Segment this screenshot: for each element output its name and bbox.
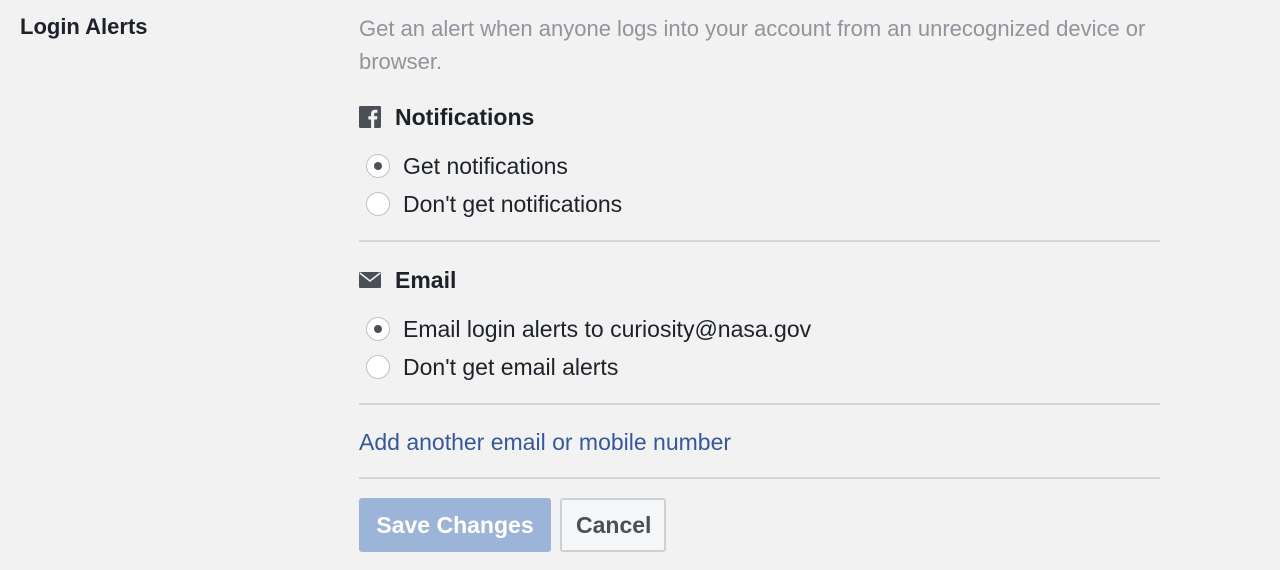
save-changes-button[interactable]: Save Changes (359, 498, 551, 552)
get-notifications-option[interactable]: Get notifications (359, 147, 1160, 185)
get-notifications-radio[interactable] (366, 154, 390, 178)
email-options: Email login alerts to curiosity@nasa.gov… (359, 310, 1160, 386)
email-header: Email (359, 262, 1160, 298)
cancel-button[interactable]: Cancel (560, 498, 666, 552)
section-description: Get an alert when anyone logs into your … (359, 16, 1146, 74)
section-content: Get an alert when anyone logs into your … (359, 12, 1160, 552)
email-login-alerts-option[interactable]: Email login alerts to curiosity@nasa.gov (359, 310, 1160, 348)
get-notifications-label[interactable]: Get notifications (403, 153, 568, 180)
dont-get-email-alerts-label[interactable]: Don't get email alerts (403, 354, 618, 381)
email-login-alerts-radio[interactable] (366, 317, 390, 341)
email-title: Email (395, 266, 457, 293)
notifications-options: Get notifications Don't get notification… (359, 147, 1160, 223)
divider (359, 403, 1160, 405)
envelope-icon (359, 268, 383, 292)
dont-get-notifications-radio[interactable] (366, 192, 390, 216)
dont-get-notifications-label[interactable]: Don't get notifications (403, 191, 622, 218)
email-login-alerts-label[interactable]: Email login alerts to curiosity@nasa.gov (403, 316, 811, 343)
notifications-title: Notifications (395, 103, 535, 130)
divider (359, 477, 1160, 479)
divider (359, 240, 1160, 242)
dont-get-email-alerts-option[interactable]: Don't get email alerts (359, 348, 1160, 386)
add-email-or-mobile-link[interactable]: Add another email or mobile number (359, 425, 1160, 459)
dont-get-notifications-option[interactable]: Don't get notifications (359, 185, 1160, 223)
section-label: Login Alerts (20, 14, 148, 39)
dont-get-email-alerts-radio[interactable] (366, 355, 390, 379)
notifications-header: Notifications (359, 99, 1160, 135)
facebook-icon (359, 105, 383, 129)
action-buttons: Save Changes Cancel (359, 498, 1160, 552)
